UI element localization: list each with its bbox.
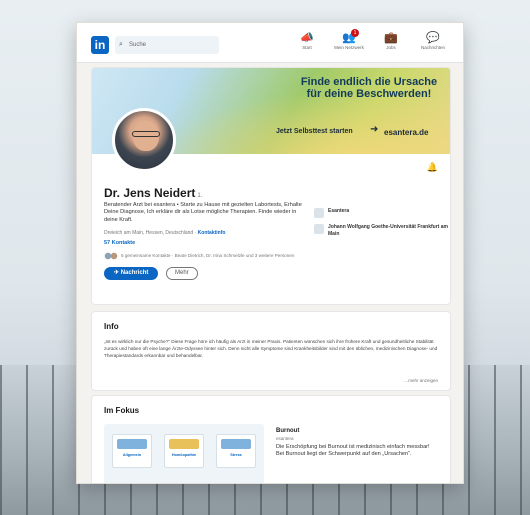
briefcase-icon: 💼 xyxy=(384,32,398,44)
more-button[interactable]: Mehr xyxy=(166,267,198,280)
org-label: Johann Wolfgang Goethe-Universität Frank… xyxy=(328,224,448,237)
mini-card-label: Stress xyxy=(230,453,242,457)
top-nav: in ⌕ Suche 📣 Start 👥 1 Mein Netzwerk 💼 J… xyxy=(77,23,463,63)
see-more-link[interactable]: …mehr anzeigen xyxy=(404,378,438,383)
profile-card: Finde endlich die Ursache für deine Besc… xyxy=(91,67,451,305)
connection-degree: 1. xyxy=(197,193,203,199)
banner-brand: esantera.de xyxy=(384,128,429,137)
profile-location: Dreieich am Main, Hessen, Deutschland · … xyxy=(104,230,225,236)
focus-section: Im Fokus Allgemein Homöopathie Stress Bu… xyxy=(91,395,451,483)
profile-name-text: Dr. Jens Neidert xyxy=(104,186,196,200)
location-text: Dreieich am Main, Hessen, Deutschland · xyxy=(104,230,198,236)
megaphone-icon: 📣 xyxy=(300,32,314,44)
nav-item-start[interactable]: 📣 Start xyxy=(287,31,327,50)
nav-item-label: Start xyxy=(302,45,312,50)
banner-headline: Finde endlich die Ursache für deine Besc… xyxy=(300,76,438,100)
focus-item-title[interactable]: Burnout xyxy=(276,428,299,434)
mini-card: Stress xyxy=(216,434,256,468)
mini-card: Allgemein xyxy=(112,434,152,468)
avatar-glasses xyxy=(132,131,160,137)
mini-card-label: Homöopathie xyxy=(171,453,197,457)
profile-headline: Beratender Arzt bei esantera • Starte zu… xyxy=(104,202,302,223)
mini-card: Homöopathie xyxy=(164,434,204,468)
contact-info-link[interactable]: Kontaktinfo xyxy=(198,230,226,236)
nav-item-network[interactable]: 👥 1 Mein Netzwerk xyxy=(329,29,369,50)
nav-item-jobs[interactable]: 💼 Jobs xyxy=(371,31,411,50)
info-section: Info „Ist es wirklich nur die Psyche?“ D… xyxy=(91,311,451,391)
info-text: „Ist es wirklich nur die Psyche?“ Diese … xyxy=(104,339,438,358)
mini-card-label: Allgemein xyxy=(122,453,142,457)
school-logo-icon xyxy=(314,224,324,234)
search-input[interactable]: ⌕ Suche xyxy=(115,36,219,54)
org-label: Esantera xyxy=(328,208,350,214)
org-education[interactable]: Johann Wolfgang Goethe-Universität Frank… xyxy=(314,224,448,237)
company-logo-icon xyxy=(314,208,324,218)
mutual-avatars xyxy=(104,251,118,261)
banner-cta: Jetzt Selbsttest starten xyxy=(276,128,353,135)
profile-name: Dr. Jens Neidert 1. xyxy=(104,186,202,200)
mini-card-bar xyxy=(169,439,199,449)
people-icon: 👥 xyxy=(342,32,356,44)
mini-card-bar xyxy=(221,439,251,449)
nav-item-label: Jobs xyxy=(386,45,396,50)
message-button[interactable]: ✈ Nachricht xyxy=(104,267,159,280)
message-icon: 💬 xyxy=(426,32,440,44)
profile-screenshot-frame: in ⌕ Suche 📣 Start 👥 1 Mein Netzwerk 💼 J… xyxy=(76,22,464,484)
contacts-link[interactable]: 57 Kontakte xyxy=(104,240,135,246)
focus-thumbnail[interactable]: Allgemein Homöopathie Stress xyxy=(104,424,264,483)
arrow-icon: ➜ xyxy=(370,124,379,135)
nav-item-messages[interactable]: 💬 Nachrichten xyxy=(413,31,453,50)
mutual-contacts[interactable]: 5 gemeinsame Kontakte · Beate Dietrich, … xyxy=(104,251,294,261)
linkedin-logo[interactable]: in xyxy=(91,36,109,54)
focus-title: Im Fokus xyxy=(104,406,140,415)
focus-item-source: esantera xyxy=(276,436,294,441)
bell-icon[interactable]: 🔔 xyxy=(427,162,438,173)
info-title: Info xyxy=(104,322,119,331)
mini-card-bar xyxy=(117,439,147,449)
notification-badge: 1 xyxy=(351,29,359,37)
org-current[interactable]: Esantera xyxy=(314,208,350,218)
search-placeholder: Suche xyxy=(129,42,147,48)
nav-item-label: Nachrichten xyxy=(420,45,445,50)
focus-item-text: Die Erschöpfung bei Burnout ist medizini… xyxy=(276,444,430,458)
avatar[interactable] xyxy=(112,108,176,172)
mutual-text: 5 gemeinsame Kontakte · Beate Dietrich, … xyxy=(121,253,295,259)
nav-item-label: Mein Netzwerk xyxy=(334,45,364,50)
search-icon: ⌕ xyxy=(119,41,123,48)
